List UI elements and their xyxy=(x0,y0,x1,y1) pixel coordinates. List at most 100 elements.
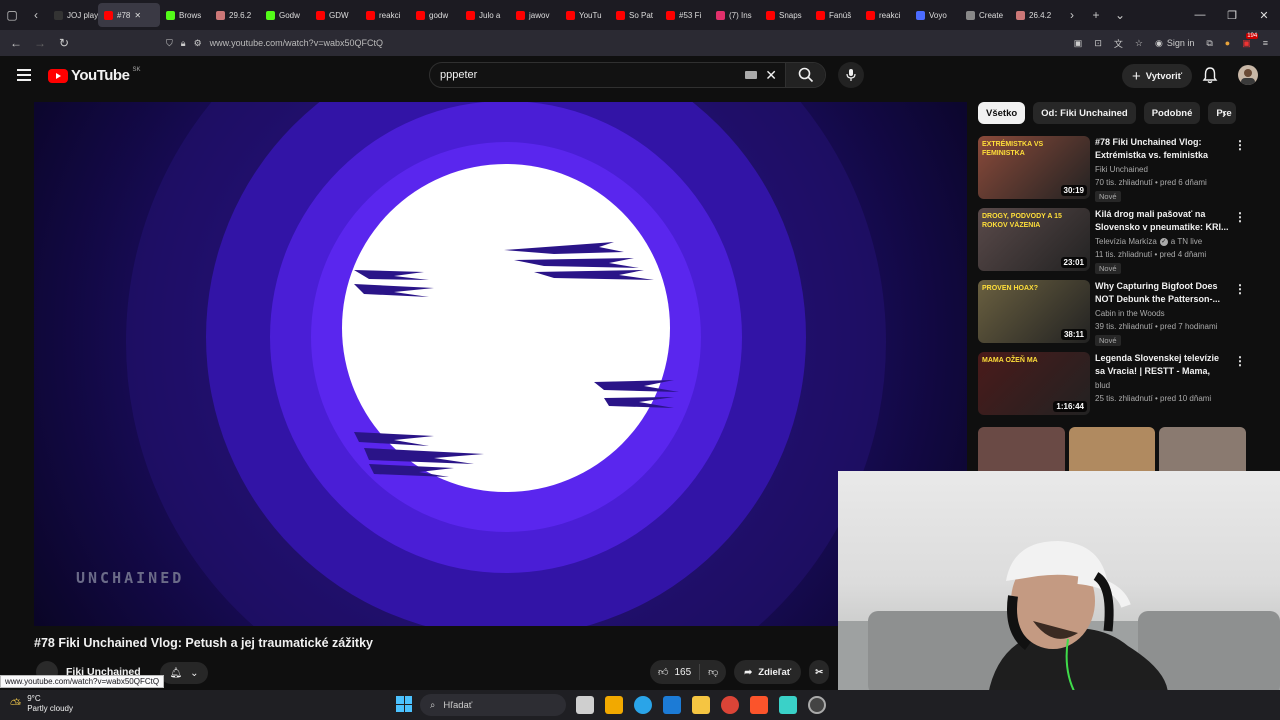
chrome-icon[interactable] xyxy=(721,696,739,714)
recommendation-item[interactable]: DROGY, PODVODY A 15 ROKOV VÄZENIA 23:01 Ki… xyxy=(978,208,1248,274)
search-button[interactable] xyxy=(785,63,825,87)
recommendation-title[interactable]: Legenda Slovenskej televízie sa Vracia! … xyxy=(1095,352,1231,378)
browser-tab[interactable]: jawov xyxy=(510,3,560,27)
chip-from-channel[interactable]: Od: Fiki Unchained xyxy=(1033,102,1136,124)
keyboard-icon[interactable] xyxy=(745,71,758,79)
bookmark-star-icon[interactable]: ☆ xyxy=(1135,38,1143,49)
like-button[interactable]: 👍︎ 165 xyxy=(650,664,701,680)
browser-tab[interactable]: reakci xyxy=(360,3,410,27)
file-explorer-icon[interactable] xyxy=(692,696,710,714)
back-button[interactable]: ← xyxy=(4,36,28,50)
browser-tab[interactable]: 29.6.2 xyxy=(210,3,260,27)
browser-tab[interactable]: 26.4.2 xyxy=(1010,3,1060,27)
subscribed-notifications-button[interactable]: 🔔︎ ⌄ xyxy=(160,662,208,684)
lock-icon[interactable]: 🔒︎ xyxy=(181,38,186,49)
permissions-icon[interactable]: ⚙ xyxy=(194,38,202,49)
more-options-icon[interactable]: ⋮ xyxy=(1234,282,1246,296)
tab-list-button[interactable]: ⌄ xyxy=(1108,3,1132,27)
clip-button[interactable]: ✂ xyxy=(809,660,830,684)
close-tab-icon[interactable]: ✕ xyxy=(134,11,141,20)
recommendation-item[interactable]: MAMA OŽEŇ MA 1:16:44 Legenda Slovenskej te… xyxy=(978,352,1248,416)
menu-icon[interactable]: ≡ xyxy=(1263,38,1268,48)
short-thumbnail[interactable] xyxy=(1068,427,1156,471)
browser-tab[interactable]: JOJ play xyxy=(48,3,98,27)
extension-badge-icon[interactable]: ▣ 194 xyxy=(1242,32,1259,49)
browser-tab[interactable]: (7) Ins xyxy=(710,3,760,27)
recommendation-channel[interactable]: Fiki Unchained xyxy=(1095,165,1148,174)
browser-tab[interactable]: Snaps xyxy=(760,3,810,27)
browser-tab[interactable]: Fanúš xyxy=(810,3,860,27)
clear-search-icon[interactable]: ✕ xyxy=(765,67,777,84)
chip-related[interactable]: Podobné xyxy=(1143,102,1201,124)
notifications-bell-icon[interactable] xyxy=(1202,67,1218,89)
weather-widget[interactable]: ⛅︎ 9°C Partly cloudy xyxy=(10,694,73,714)
save-icon[interactable]: ⊡ xyxy=(1094,38,1102,49)
video-thumbnail[interactable]: EXTRÉMISTKA VS FEMINISTKA 30:19 xyxy=(978,136,1090,199)
windows-start-icon[interactable] xyxy=(396,696,412,712)
translate-icon[interactable]: 文 xyxy=(1114,37,1123,50)
store-icon[interactable] xyxy=(605,696,623,714)
browser-tab[interactable]: Brows xyxy=(160,3,210,27)
scroll-tabs-left-icon[interactable]: ‹ xyxy=(24,3,48,27)
notepad-icon[interactable] xyxy=(779,696,797,714)
extensions-icon[interactable]: ⧉ xyxy=(1206,38,1212,49)
reload-button[interactable]: ↻ xyxy=(52,36,76,50)
search-box[interactable]: pppeter ✕ xyxy=(429,62,826,88)
more-options-icon[interactable]: ⋮ xyxy=(1234,138,1246,152)
url-field[interactable]: ⛉ 🔒︎ ⚙ www.youtube.com/watch?v=wabx50QFC… xyxy=(166,38,986,49)
close-window-button[interactable]: ✕ xyxy=(1248,9,1280,22)
recommendation-title[interactable]: Kilá drog mali pašovať na Slovensko v pn… xyxy=(1095,208,1231,234)
recommendation-item[interactable]: EXTRÉMISTKA VS FEMINISTKA 30:19 #78 Fiki U… xyxy=(978,136,1248,202)
tab-overview-icon[interactable]: ▢ xyxy=(0,3,24,27)
sign-in-button[interactable]: ◉ Sign in xyxy=(1155,38,1194,49)
share-button[interactable]: ➦ Zdieľať xyxy=(734,660,802,684)
video-thumbnail[interactable]: MAMA OŽEŇ MA 1:16:44 xyxy=(978,352,1090,415)
browser-tab[interactable]: reakci xyxy=(860,3,910,27)
recommendation-item[interactable]: PROVEN HOAX? 38:11 Why Capturing Bigfoot D… xyxy=(978,280,1248,346)
more-options-icon[interactable]: ⋮ xyxy=(1234,210,1246,224)
obs-icon[interactable] xyxy=(808,696,826,714)
browser-tab[interactable]: YouTu xyxy=(560,3,610,27)
browser-tab[interactable]: GDW xyxy=(310,3,360,27)
browser-tab[interactable]: #53 Fi xyxy=(660,3,710,27)
recommendation-channel[interactable]: Cabin in the Woods xyxy=(1095,309,1165,318)
browser-tab[interactable]: Julo a xyxy=(460,3,510,27)
browser-tab[interactable]: #78 ✕ xyxy=(98,3,160,27)
chip-all[interactable]: Všetko xyxy=(978,102,1026,124)
minimize-button[interactable]: — xyxy=(1184,9,1216,22)
shield-icon[interactable]: ⛉ xyxy=(166,38,173,49)
browser-tab[interactable]: So Pat xyxy=(610,3,660,27)
voice-search-button[interactable] xyxy=(838,62,864,88)
recommendation-title[interactable]: Why Capturing Bigfoot Does NOT Debunk th… xyxy=(1095,280,1231,306)
recommendation-channel[interactable]: blud xyxy=(1095,381,1110,390)
maximize-button[interactable]: ❐ xyxy=(1216,9,1248,22)
recommendation-title[interactable]: #78 Fiki Unchained Vlog: Extrémistka vs.… xyxy=(1095,136,1231,162)
create-button[interactable]: + Vytvoriť xyxy=(1122,64,1193,88)
video-player[interactable] xyxy=(34,102,967,626)
task-view-icon[interactable] xyxy=(576,696,594,714)
hamburger-menu-icon[interactable] xyxy=(17,69,31,81)
short-thumbnail[interactable] xyxy=(978,427,1065,471)
short-thumbnail[interactable] xyxy=(1159,427,1246,471)
video-thumbnail[interactable]: PROVEN HOAX? 38:11 xyxy=(978,280,1090,343)
picture-in-picture-icon[interactable]: ▣ xyxy=(1074,38,1083,49)
chips-next-icon[interactable]: › xyxy=(1222,106,1226,121)
more-options-icon[interactable]: ⋮ xyxy=(1234,354,1246,368)
browser-tab[interactable]: Create xyxy=(960,3,1010,27)
edge-icon[interactable] xyxy=(634,696,652,714)
browser-tab[interactable]: Voyo xyxy=(910,3,960,27)
youtube-logo[interactable]: YouTube SK xyxy=(48,67,140,84)
browser-tab[interactable]: Godw xyxy=(260,3,310,27)
forward-button[interactable]: → xyxy=(28,36,52,50)
photos-icon[interactable] xyxy=(663,696,681,714)
new-tab-button[interactable]: + xyxy=(1084,3,1108,27)
account-avatar[interactable] xyxy=(1238,65,1258,85)
scroll-tabs-right-icon[interactable]: › xyxy=(1060,3,1084,27)
profile-icon[interactable]: ● xyxy=(1225,38,1230,48)
recommendation-channel[interactable]: Televízia Markíza xyxy=(1095,237,1157,246)
browser-tab[interactable]: godw xyxy=(410,3,460,27)
brave-icon[interactable] xyxy=(750,696,768,714)
video-thumbnail[interactable]: DROGY, PODVODY A 15 ROKOV VÄZENIA 23:01 xyxy=(978,208,1090,271)
taskbar-search[interactable]: ⌕ Hľadať xyxy=(420,694,566,716)
dislike-button[interactable]: 👎︎ xyxy=(700,666,726,678)
